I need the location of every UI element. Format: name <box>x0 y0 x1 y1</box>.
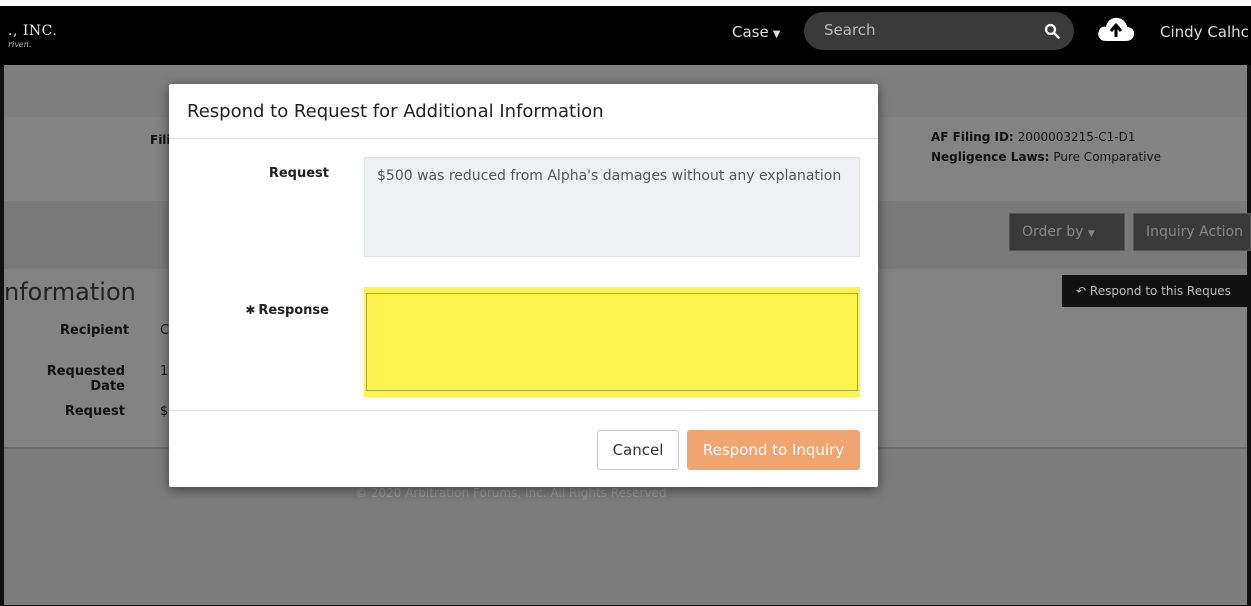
cloud-upload-icon[interactable] <box>1096 15 1136 43</box>
respond-modal: Respond to Request for Additional Inform… <box>169 84 878 487</box>
respond-to-inquiry-button[interactable]: Respond to Inquiry <box>687 430 860 470</box>
respond-to-request-button[interactable]: ↶ Respond to this Reques <box>1062 275 1251 307</box>
response-highlight <box>364 287 860 397</box>
requested-date-value: 1 <box>160 364 169 379</box>
respond-to-request-label: Respond to this Reques <box>1089 284 1231 298</box>
af-filing-id: AF Filing ID: 2000003215-C1-D1 <box>931 130 1135 144</box>
negligence-laws-value: Pure Comparative <box>1053 150 1162 164</box>
cancel-button[interactable]: Cancel <box>597 430 679 470</box>
response-textarea[interactable] <box>366 293 858 391</box>
response-label-text: Response <box>258 303 329 318</box>
search-input[interactable] <box>822 20 1026 40</box>
caret-down-icon: ▼ <box>1087 229 1095 239</box>
inquiry-actions-button[interactable]: Inquiry Action <box>1133 213 1251 251</box>
user-menu[interactable]: Cindy Calhc <box>1160 23 1249 41</box>
top-navbar: ., INC. riven. Case▼ Cindy Calhc <box>0 0 1251 65</box>
modal-response-label: ✱ Response <box>229 303 329 318</box>
af-filing-id-value: 2000003215-C1-D1 <box>1017 130 1136 144</box>
modal-header: Respond to Request for Additional Inform… <box>169 84 878 139</box>
order-by-button[interactable]: Order by ▼ <box>1009 213 1125 251</box>
request-value: $ <box>160 404 169 419</box>
brand-tagline: riven. <box>8 40 32 49</box>
filing-label: Fili <box>150 133 171 147</box>
brand-logo[interactable]: ., INC. riven. <box>8 20 57 49</box>
order-by-label: Order by <box>1022 224 1084 240</box>
request-text-readonly: $500 was reduced from Alpha's damages wi… <box>364 157 860 257</box>
modal-title: Respond to Request for Additional Inform… <box>187 101 604 122</box>
section-title: nformation <box>4 278 136 306</box>
request-label: Request <box>64 404 125 419</box>
case-dropdown[interactable]: Case ▼ <box>732 23 780 41</box>
reply-icon: ↶ <box>1076 284 1087 298</box>
negligence-laws: Negligence Laws: Pure Comparative <box>931 150 1161 164</box>
caret-down-icon: ▼ <box>772 29 781 40</box>
requested-date-label: Requested Date <box>46 364 125 394</box>
copyright-text: © 2020 Arbitration Forums, Inc. All Righ… <box>355 486 667 500</box>
required-asterisk-icon: ✱ <box>245 303 256 317</box>
search-box <box>804 12 1074 50</box>
brand-name: ., INC. <box>8 23 58 39</box>
recipient-label: Recipient <box>60 323 130 338</box>
negligence-laws-label: Negligence Laws: <box>931 150 1050 164</box>
case-dropdown-label: Case <box>732 23 769 41</box>
recipient-value: C <box>160 323 170 338</box>
af-filing-id-label: AF Filing ID: <box>931 130 1014 144</box>
modal-request-label: Request <box>268 166 329 181</box>
modal-footer: Cancel Respond to Inquiry <box>169 410 878 488</box>
search-icon[interactable] <box>1044 23 1060 39</box>
